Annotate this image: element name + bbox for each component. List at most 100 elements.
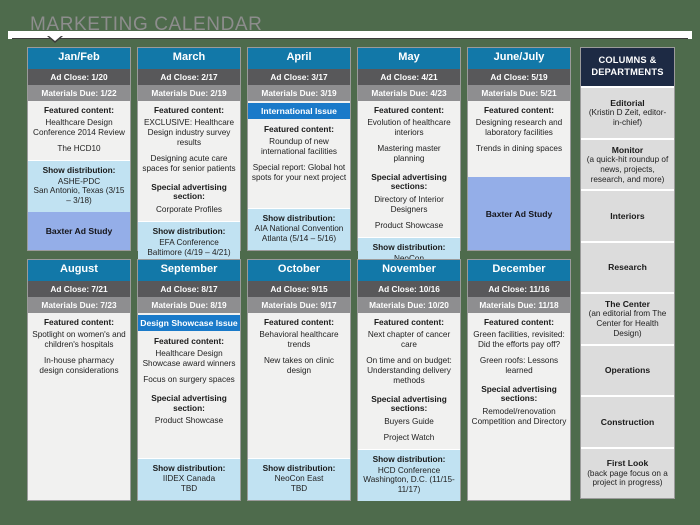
show-distribution-item: NeoCon East	[274, 474, 324, 484]
show-distribution-item: TBD	[290, 484, 308, 494]
month-name: November	[358, 260, 460, 281]
month-name: March	[138, 48, 240, 69]
month-column-november: November Ad Close: 10/16 Materials Due: 10…	[357, 259, 461, 502]
month-name: May	[358, 48, 460, 69]
ad-close-date: Ad Close: 11/16	[468, 280, 570, 297]
show-distribution-section: Show distribution: NeoCon East TBD	[248, 457, 350, 500]
month-column-may: May Ad Close: 4/21 Materials Due: 4/23 Feat…	[357, 47, 461, 280]
ad-close-date: Ad Close: 5/19	[468, 68, 570, 85]
featured-content-item: New takes on clinic design	[263, 356, 335, 375]
featured-content-item: Green roofs: Lessons learned	[479, 356, 559, 375]
show-distribution-section: Show distribution: EFA Conference Baltimor…	[138, 220, 240, 264]
month-body: Featured content: Spotlight on women's an…	[28, 312, 130, 500]
department-item-interiors: Interiors	[581, 189, 674, 241]
featured-content-item: Mastering master planning	[377, 144, 441, 163]
show-distribution-item: IIDEX Canada	[162, 474, 216, 484]
special-advertising-heading: Special advertising sections:	[371, 393, 447, 414]
month-column-june-july: June/July Ad Close: 5/19 Materials Due: 5/…	[467, 47, 571, 251]
featured-content-heading: Featured content:	[483, 316, 555, 327]
department-name: The Center	[605, 298, 650, 309]
department-item-the-center: The Center (an editorial from The Center …	[581, 292, 674, 344]
ad-close-date: Ad Close: 3/17	[248, 68, 350, 85]
chevron-down-icon-inner	[49, 36, 61, 41]
department-item-research: Research	[581, 240, 674, 293]
month-name: August	[28, 260, 130, 281]
materials-due-date: Materials Due: 10/20	[358, 296, 460, 313]
show-distribution-item: ASHE-PDC	[57, 176, 101, 186]
featured-content-heading: Featured content:	[373, 316, 445, 327]
special-advertising-heading: Special advertising sections:	[481, 383, 557, 404]
show-distribution-heading: Show distribution:	[152, 462, 226, 473]
featured-content-item: Next chapter of cancer care	[367, 330, 451, 350]
month-body: Featured content: Healthcare Design Showc…	[138, 330, 240, 458]
featured-content-heading: Featured content:	[373, 104, 445, 115]
department-description: (Kristin D Zeit, editor-in-chief)	[588, 108, 667, 128]
special-advertising-item: Product Showcase	[154, 416, 224, 426]
materials-due-date: Materials Due: 4/23	[358, 84, 460, 101]
department-item-monitor: Monitor (a quick-hit roundup of news, pro…	[581, 137, 674, 190]
month-body: Featured content: Behavioral healthcare t…	[248, 312, 350, 458]
special-advertising-item: Remodel/renovation Competition and Direc…	[471, 407, 567, 427]
ad-close-date: Ad Close: 4/21	[358, 68, 460, 85]
featured-content-item: Spotlight on women's and children's hosp…	[32, 330, 126, 350]
ad-study-block: Baxter Ad Study	[28, 212, 130, 250]
month-name: June/July	[468, 48, 570, 69]
month-body-spacer	[471, 160, 567, 177]
materials-due-date: Materials Due: 9/17	[248, 296, 350, 313]
materials-due-date: Materials Due: 7/23	[28, 296, 130, 313]
featured-content-item: EXCLUSIVE: Healthcare Design industry su…	[143, 118, 235, 148]
show-distribution-section: Show distribution: IIDEX Canada TBD	[138, 457, 240, 500]
materials-due-date: Materials Due: 5/21	[468, 84, 570, 101]
featured-content-item: On time and on budget: Understanding del…	[366, 356, 452, 385]
month-body: Featured content: Roundup of new internat…	[248, 118, 350, 208]
show-distribution-item: HCD Conference	[377, 465, 441, 475]
show-distribution-section: Show distribution: ASHE-PDC San Antonio, T…	[28, 159, 130, 213]
month-name: April	[248, 48, 350, 69]
featured-content-item: Evolution of healthcare interiors	[367, 118, 451, 138]
ad-study-block: Baxter Ad Study	[468, 177, 570, 251]
show-distribution-heading: Show distribution:	[372, 453, 446, 464]
show-distribution-heading: Show distribution:	[152, 225, 226, 236]
ad-close-date: Ad Close: 2/17	[138, 68, 240, 85]
featured-content-item: Behavioral healthcare trends	[259, 330, 339, 350]
month-column-october: October Ad Close: 9/15 Materials Due: 9/17…	[247, 259, 351, 501]
featured-content-heading: Featured content:	[43, 316, 115, 327]
department-name: Interiors	[610, 210, 645, 221]
featured-content-item: In-house pharmacy design considerations	[39, 356, 119, 375]
materials-due-date: Materials Due: 2/19	[138, 84, 240, 101]
special-advertising-item: Buyers Guide	[384, 417, 434, 427]
issue-banner: Design Showcase Issue	[138, 314, 240, 331]
department-item-operations: Operations	[581, 343, 674, 396]
calendar-row-first-half: Jan/Feb Ad Close: 1/20 Materials Due: 1/22…	[27, 47, 574, 280]
calendar-row-second-half: August Ad Close: 7/21 Materials Due: 7/23 F…	[27, 259, 574, 502]
materials-due-date: Materials Due: 8/19	[138, 296, 240, 313]
department-item-editorial: Editorial (Kristin D Zeit, editor-in-chie…	[581, 86, 674, 138]
month-name: October	[248, 260, 350, 281]
featured-content-item: Healthcare Design Conference 2014 Review	[33, 118, 125, 138]
department-description: (an editorial from The Center for Health…	[588, 309, 667, 338]
month-body: Featured content: Designing research and …	[468, 100, 570, 178]
featured-content-item: The HCD10	[57, 144, 101, 154]
month-body: Featured content: Healthcare Design Confe…	[28, 100, 130, 160]
title-divider-rule	[12, 38, 688, 39]
issue-banner: International Issue	[248, 102, 350, 119]
calendar-grid: Jan/Feb Ad Close: 1/20 Materials Due: 1/22…	[27, 47, 574, 502]
ad-close-date: Ad Close: 1/20	[28, 68, 130, 85]
featured-content-item: Focus on surgery spaces	[143, 375, 235, 385]
ad-close-date: Ad Close: 10/16	[358, 280, 460, 297]
month-body-spacer	[251, 382, 347, 458]
month-body-spacer	[31, 382, 127, 500]
month-body: Featured content: Evolution of healthcare…	[358, 100, 460, 237]
show-distribution-item: Atlanta (5/14 – 5/16)	[261, 234, 337, 244]
special-advertising-item: Corporate Profiles	[156, 205, 222, 215]
featured-content-heading: Featured content:	[43, 104, 115, 115]
month-column-march: March Ad Close: 2/17 Materials Due: 2/19 Fe…	[137, 47, 241, 264]
materials-due-date: Materials Due: 3/19	[248, 84, 350, 101]
show-distribution-heading: Show distribution:	[372, 241, 446, 252]
month-column-april: April Ad Close: 3/17 Materials Due: 3/19 In…	[247, 47, 351, 251]
department-name: Editorial	[610, 97, 645, 108]
featured-content-heading: Featured content:	[483, 104, 555, 115]
featured-content-item: Healthcare Design Showcase award winners	[142, 349, 236, 369]
title-area: MARKETING CALENDAR	[0, 0, 700, 46]
columns-departments-panel: COLUMNS & DEPARTMENTS Editorial (Kristin …	[580, 47, 675, 499]
